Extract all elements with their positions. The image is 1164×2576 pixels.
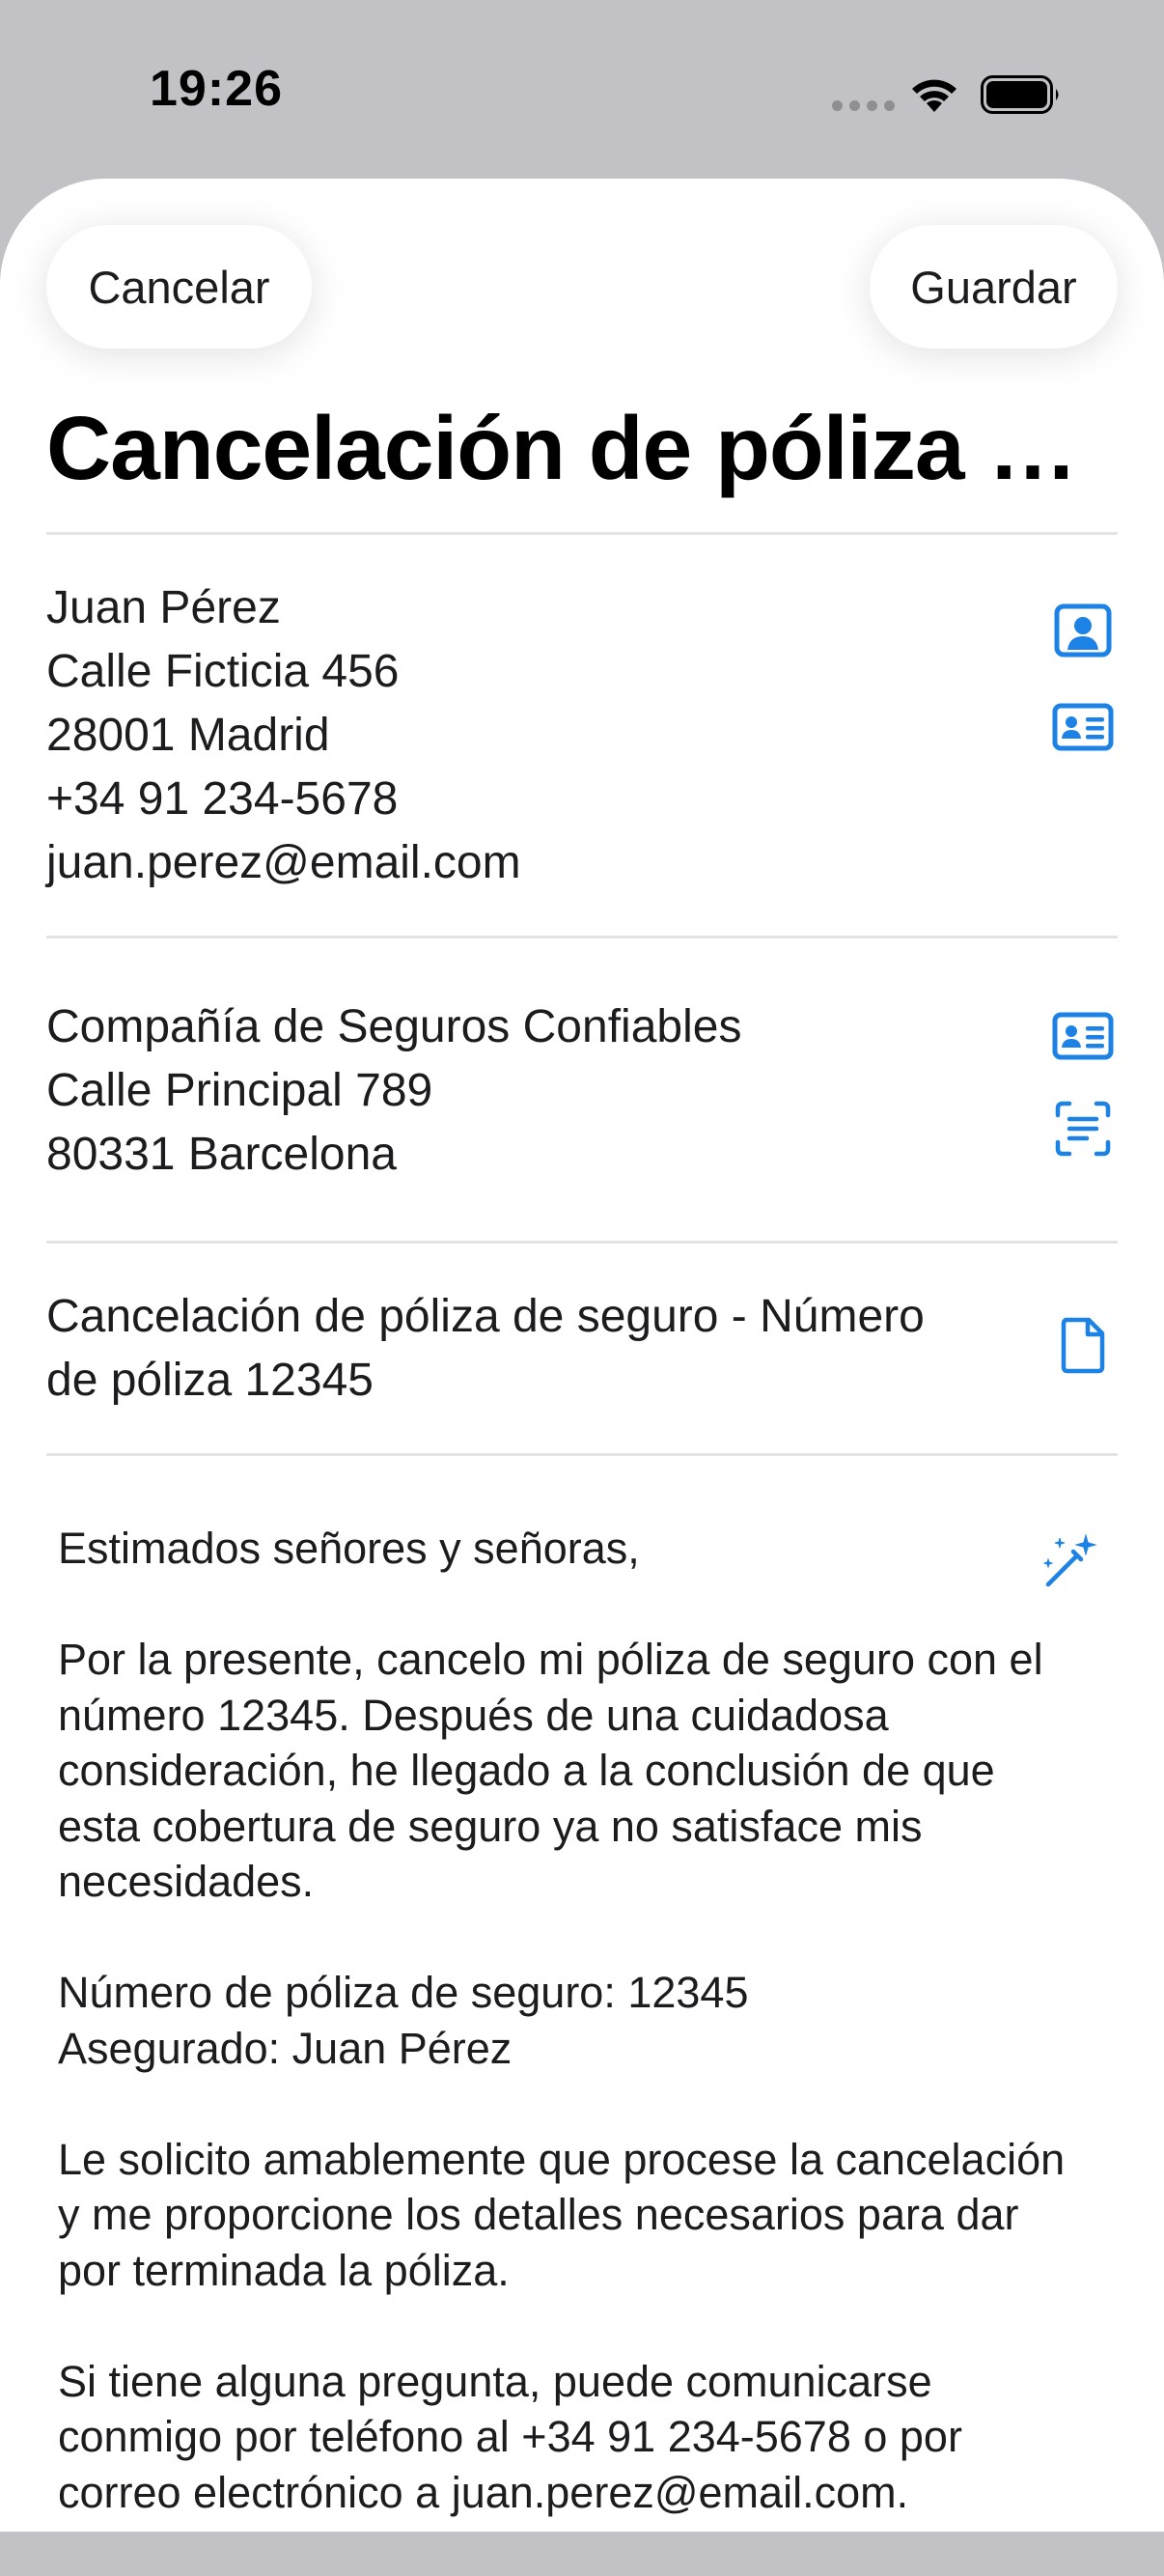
person-crop-square-icon[interactable] bbox=[1052, 600, 1114, 661]
wifi-icon bbox=[908, 73, 960, 119]
subject-line-1: Cancelación de póliza de seguro - Número bbox=[46, 1291, 925, 1342]
battery-icon bbox=[981, 75, 1062, 119]
sender-address-field[interactable]: Juan Pérez Calle Ficticia 456 28001 Madr… bbox=[46, 576, 973, 895]
subject-field[interactable]: Cancelación de póliza de seguro - Número… bbox=[46, 1285, 973, 1413]
cancel-button[interactable]: Cancelar bbox=[46, 225, 312, 349]
letter-paragraph: Número de póliza de seguro: 12345 Asegur… bbox=[58, 1968, 749, 2073]
letter-paragraph: Por la presente, cancelo mi póliza de se… bbox=[58, 1635, 1043, 1906]
letter-title: Cancelación de póliza de seguro bbox=[46, 398, 1118, 498]
contact-card-icon[interactable] bbox=[1052, 1005, 1114, 1067]
sender-street: Calle Ficticia 456 bbox=[46, 646, 400, 697]
recipient-company: Compañía de Seguros Confiables bbox=[46, 1001, 742, 1052]
recipient-street: Calle Principal 789 bbox=[46, 1065, 433, 1116]
sender-city: 28001 Madrid bbox=[46, 710, 330, 761]
save-button[interactable]: Guardar bbox=[870, 225, 1118, 349]
sender-phone: +34 91 234-5678 bbox=[46, 773, 399, 825]
recipient-address-field[interactable]: Compañía de Seguros Confiables Calle Pri… bbox=[46, 995, 973, 1187]
divider bbox=[46, 532, 1118, 535]
status-bar: 19:26 bbox=[0, 0, 1164, 179]
divider bbox=[46, 1453, 1118, 1456]
letter-paragraph: Si tiene alguna pregunta, puede comunica… bbox=[58, 2356, 962, 2517]
magic-wand-icon[interactable] bbox=[1040, 1530, 1102, 1592]
letter-paragraph: Le solicito amablemente que procese la c… bbox=[58, 2134, 1066, 2295]
document-icon[interactable] bbox=[1052, 1314, 1114, 1376]
divider bbox=[46, 1241, 1118, 1244]
letter-greeting: Estimados señores y señoras, bbox=[58, 1524, 640, 1573]
divider bbox=[46, 936, 1118, 938]
sender-name: Juan Pérez bbox=[46, 582, 281, 633]
cellular-signal-icon bbox=[832, 100, 895, 111]
contact-card-icon[interactable] bbox=[1052, 696, 1114, 758]
letter-editor-sheet: Cancelar Guardar Cancelación de póliza d… bbox=[0, 179, 1164, 2532]
recipient-city: 80331 Barcelona bbox=[46, 1129, 397, 1180]
subject-line-2: de póliza 12345 bbox=[46, 1355, 374, 1406]
status-time: 19:26 bbox=[150, 61, 283, 117]
sender-email: juan.perez@email.com bbox=[46, 837, 521, 888]
text-scan-icon[interactable] bbox=[1052, 1098, 1114, 1160]
letter-body[interactable]: Estimados señores y señoras, Por la pres… bbox=[58, 1521, 1081, 2576]
